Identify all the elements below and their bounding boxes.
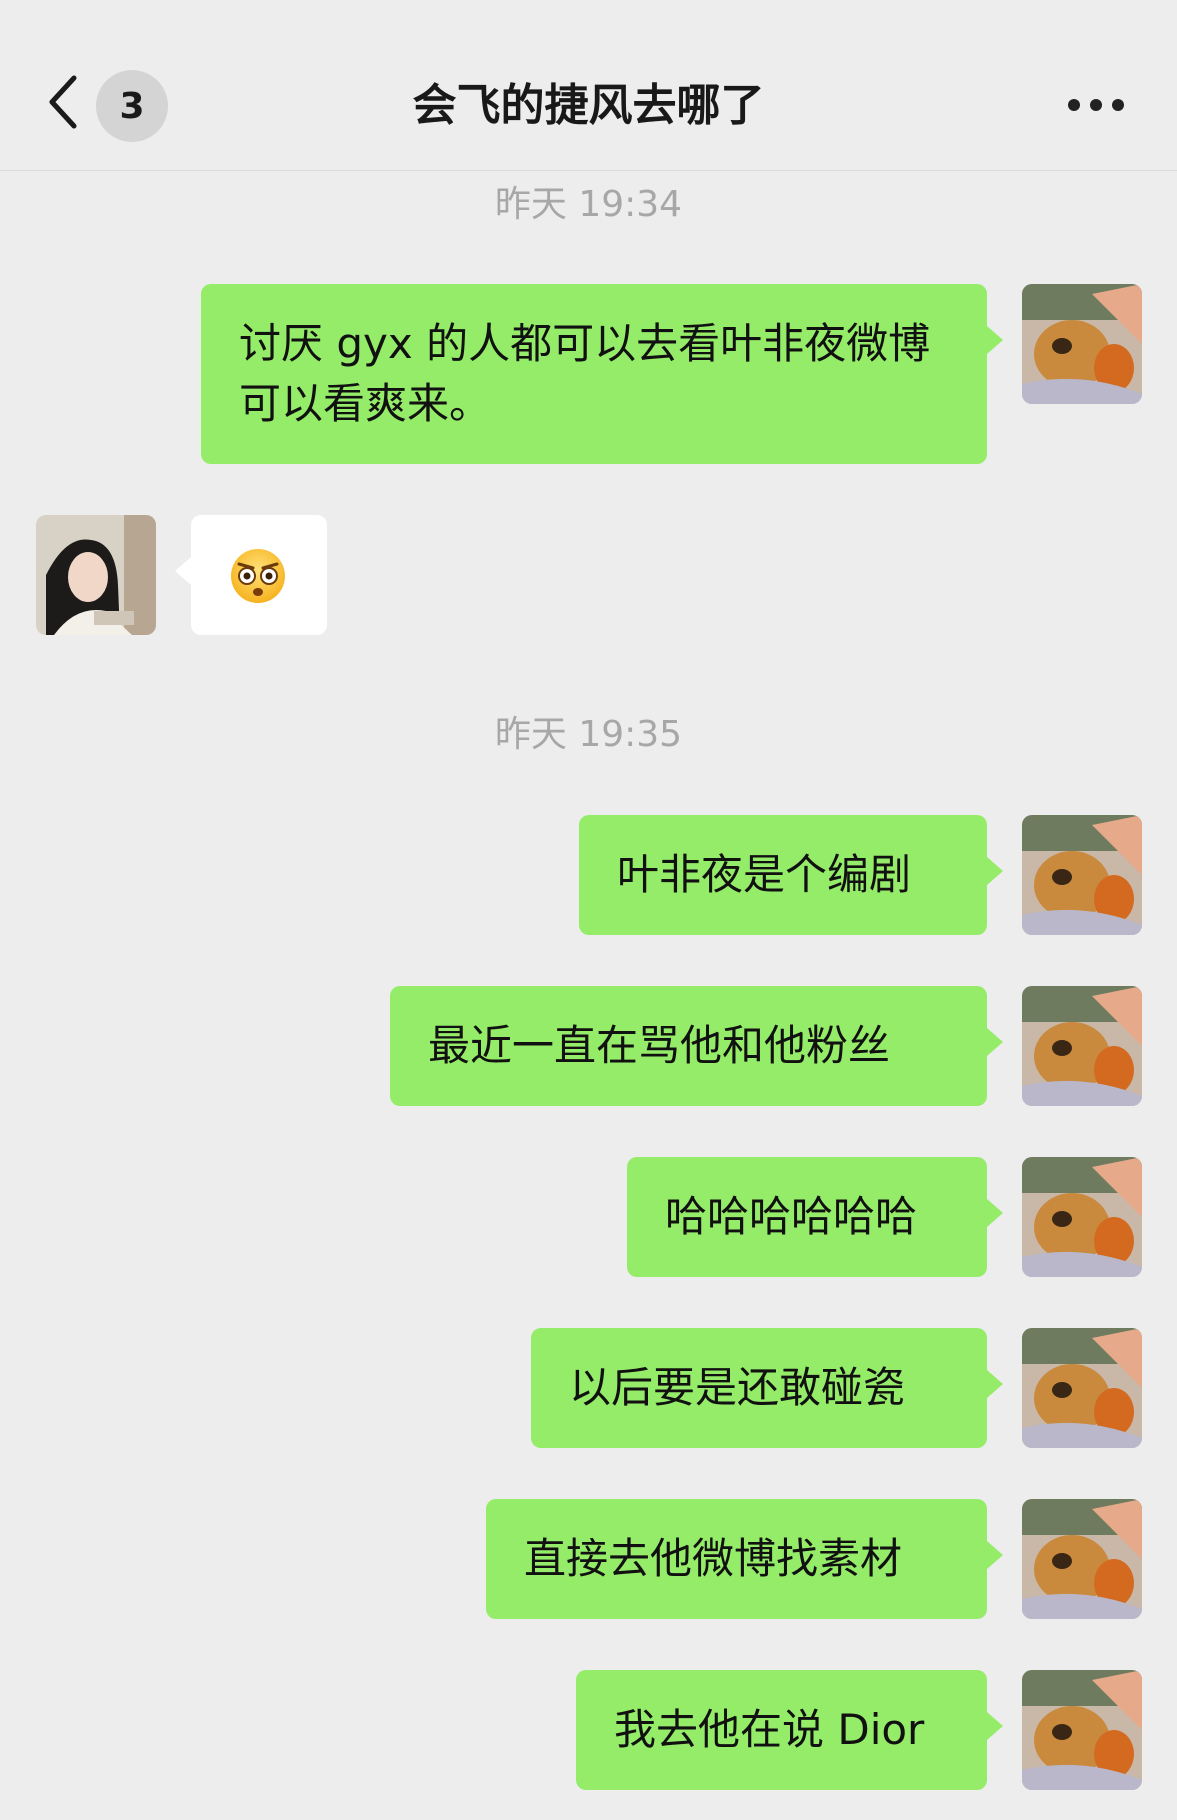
my-avatar[interactable] [1022, 1670, 1142, 1790]
back-chevron-icon[interactable] [44, 72, 84, 132]
bubble-tail [987, 1370, 1003, 1398]
my-avatar[interactable] [1022, 284, 1142, 404]
more-options-icon[interactable] [1068, 90, 1128, 120]
contact-avatar[interactable] [36, 515, 156, 635]
my-avatar[interactable] [1022, 1499, 1142, 1619]
my-avatar[interactable] [1022, 1157, 1142, 1277]
message-text: 叶非夜是个编剧 [617, 850, 912, 899]
my-avatar[interactable] [1022, 815, 1142, 935]
timestamp: 昨天 19:34 [494, 184, 683, 225]
message-text: 哈哈哈哈哈哈 [665, 1192, 918, 1241]
outgoing-message-bubble[interactable]: 讨厌 gyx 的人都可以去看叶非夜微博 可以看爽来。 [201, 284, 1003, 464]
my-avatar[interactable] [1022, 986, 1142, 1106]
bubble-tail [987, 1541, 1003, 1569]
outgoing-message-bubble[interactable]: 直接去他微博找素材 [486, 1499, 1003, 1619]
message-text: 以后要是还敢碰瓷 [569, 1363, 906, 1412]
outgoing-message-bubble[interactable]: 叶非夜是个编剧 [579, 815, 1003, 935]
flushed-face-emoji-icon [229, 547, 287, 621]
bubble-tail [987, 326, 1003, 354]
bubble-tail [987, 1199, 1003, 1227]
timestamp: 昨天 19:35 [494, 714, 683, 755]
message-text: 直接去他微博找素材 [524, 1534, 903, 1583]
bubble-tail [175, 557, 191, 585]
message-text: 我去他在说 Dior [614, 1705, 925, 1754]
unread-count-badge[interactable]: 3 [96, 70, 168, 142]
message-text: 最近一直在骂他和他粉丝 [428, 1021, 891, 1070]
outgoing-message-bubble[interactable]: 我去他在说 Dior [576, 1670, 1003, 1790]
outgoing-message-bubble[interactable]: 最近一直在骂他和他粉丝 [390, 986, 1003, 1106]
outgoing-message-bubble[interactable]: 哈哈哈哈哈哈 [627, 1157, 1003, 1277]
incoming-message-bubble[interactable] [175, 515, 327, 635]
bubble-tail [987, 857, 1003, 885]
my-avatar[interactable] [1022, 1328, 1142, 1448]
chat-title: 会飞的捷风去哪了 [412, 80, 765, 131]
outgoing-message-bubble[interactable]: 以后要是还敢碰瓷 [531, 1328, 1003, 1448]
bubble-tail [987, 1712, 1003, 1740]
message-text: 讨厌 gyx 的人都可以去看叶非夜微博 可以看爽来。 [239, 319, 931, 428]
chat-header: 3 会飞的捷风去哪了 [0, 0, 1177, 171]
bubble-tail [987, 1028, 1003, 1056]
